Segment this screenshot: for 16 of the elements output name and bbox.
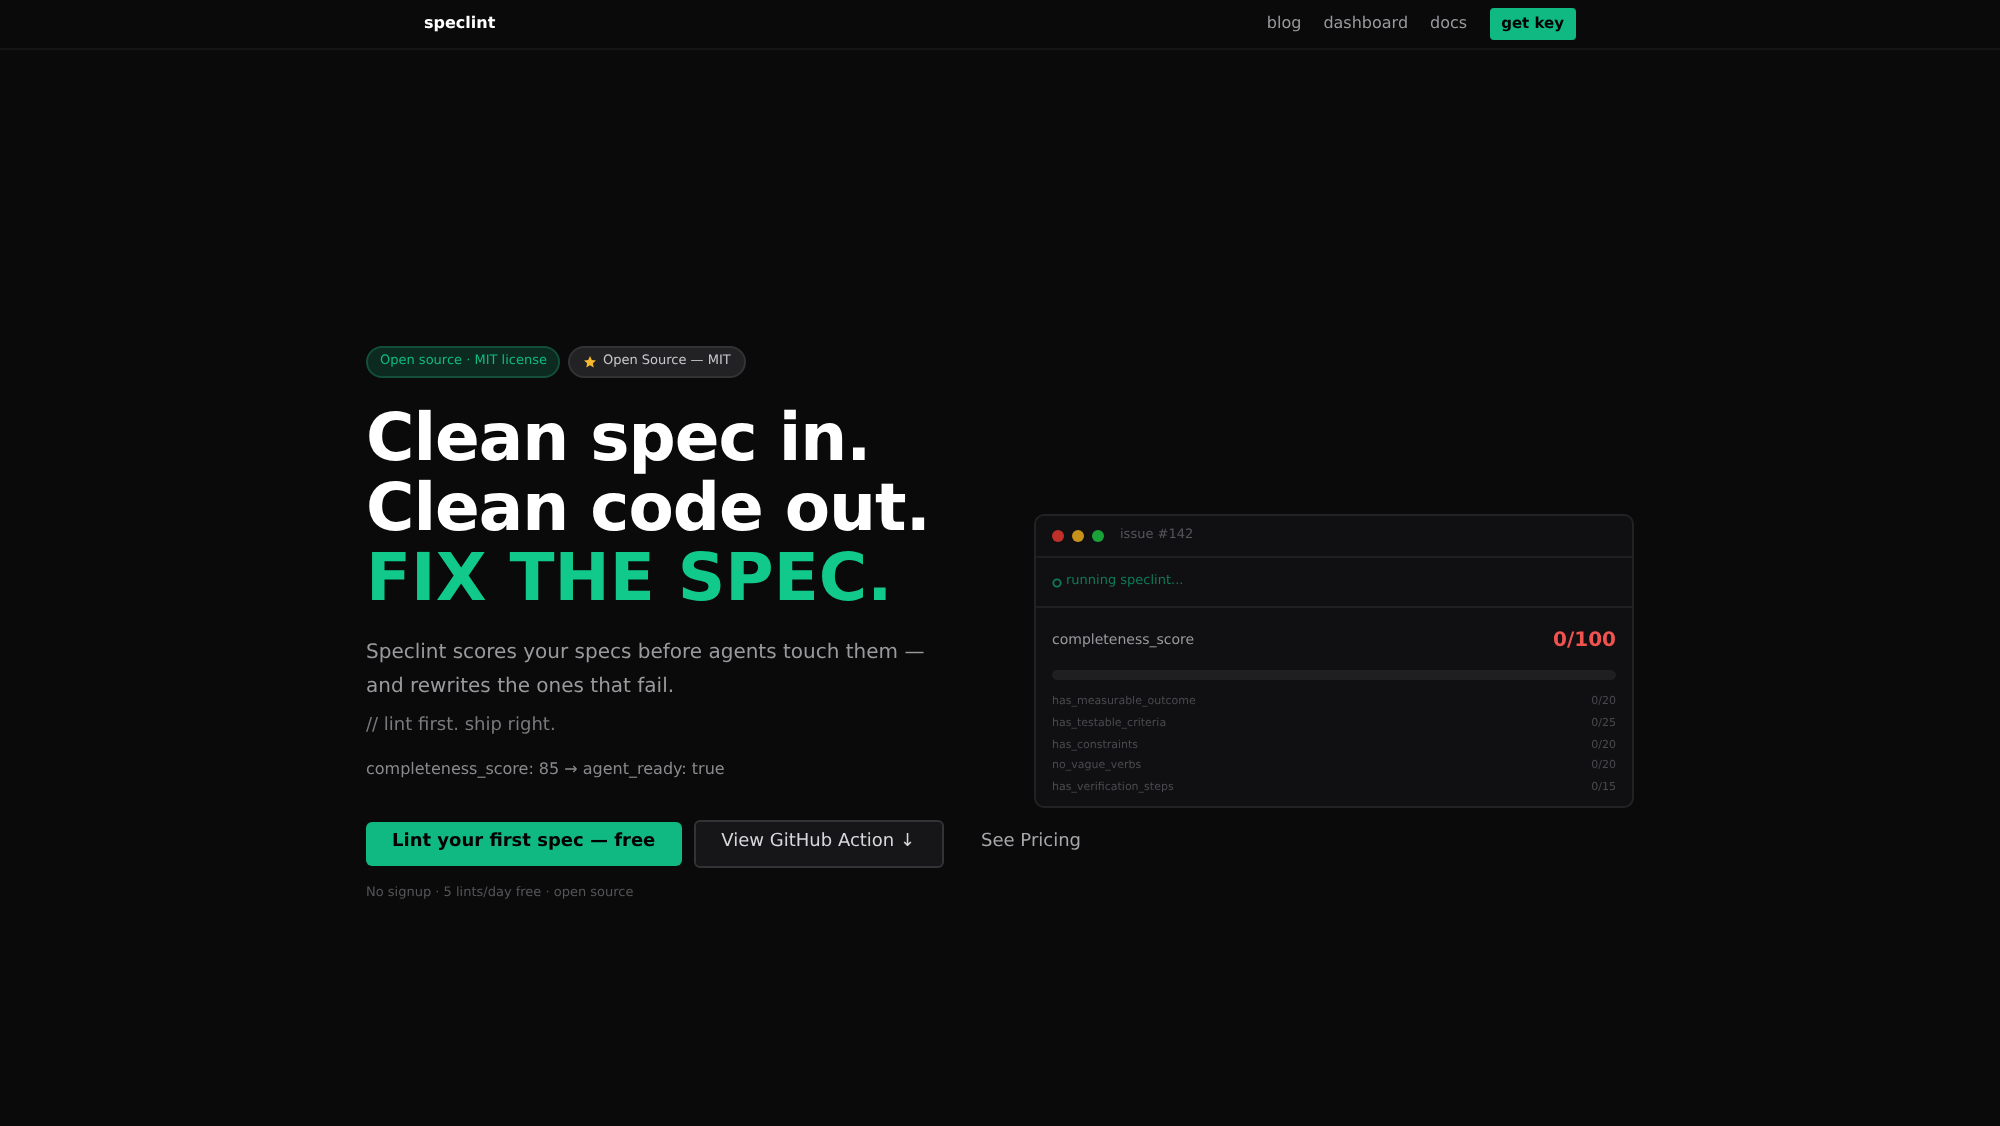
lint-button[interactable]: Lint your first spec — free xyxy=(366,822,682,866)
pricing-link[interactable]: See Pricing xyxy=(955,822,1108,866)
subtitle: Speclint scores your specs before agents touch them — and rewrites the ones that fail. xyxy=(366,639,927,702)
nav-link[interactable]: dashboard xyxy=(1323,12,1409,36)
nav-link[interactable]: blog xyxy=(1266,12,1302,36)
tagline: // lint first. ship right. xyxy=(366,713,558,740)
sample-output: completeness_score: 85 → agent_ready: true xyxy=(366,758,727,783)
headline: Clean spec in. xyxy=(366,401,873,472)
spinner-icon xyxy=(1052,577,1062,587)
github-action-button[interactable]: View GitHub Action ↓ xyxy=(693,820,944,868)
accent-headline: FIX THE SPEC. xyxy=(366,541,895,612)
score-value: 0/100 xyxy=(1553,628,1616,656)
logo[interactable]: speclint xyxy=(424,12,496,36)
star-icon xyxy=(584,355,597,368)
nav-link[interactable]: docs xyxy=(1430,12,1468,36)
headline: Clean code out. xyxy=(366,471,932,542)
